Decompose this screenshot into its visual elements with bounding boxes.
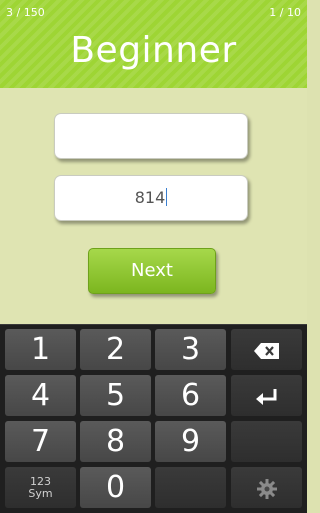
- page-title: Beginner: [70, 30, 237, 71]
- header-bar: 3 / 150 1 / 10 Beginner: [0, 0, 307, 89]
- key-8[interactable]: 8: [80, 421, 151, 462]
- gear-icon: [256, 478, 277, 499]
- set-progress-counter: 1 / 10: [269, 6, 301, 19]
- sym-key[interactable]: 123 Sym: [5, 467, 76, 508]
- key-1[interactable]: 1: [5, 329, 76, 370]
- space-key[interactable]: [155, 467, 226, 508]
- numeric-keyboard: 1 2 3 4 5 6 7 8 9 123 Sym 0: [0, 324, 307, 513]
- settings-key[interactable]: [231, 467, 302, 508]
- key-5[interactable]: 5: [80, 375, 151, 416]
- question-field[interactable]: [54, 113, 248, 159]
- text-cursor: [166, 188, 168, 206]
- key-2[interactable]: 2: [80, 329, 151, 370]
- key-6[interactable]: 6: [155, 375, 226, 416]
- sym-key-bottom-label: Sym: [28, 487, 53, 500]
- backspace-key[interactable]: [231, 329, 302, 370]
- key-7[interactable]: 7: [5, 421, 76, 462]
- enter-key[interactable]: [231, 375, 302, 416]
- next-button[interactable]: Next: [88, 248, 216, 294]
- total-progress-counter: 3 / 150: [6, 6, 45, 19]
- blank-key[interactable]: [231, 421, 302, 462]
- key-0[interactable]: 0: [80, 467, 151, 508]
- answer-input[interactable]: 814: [54, 175, 248, 221]
- key-3[interactable]: 3: [155, 329, 226, 370]
- answer-value: 814: [134, 188, 166, 207]
- key-9[interactable]: 9: [155, 421, 226, 462]
- backspace-icon: [253, 342, 279, 359]
- enter-icon: [255, 388, 276, 405]
- key-4[interactable]: 4: [5, 375, 76, 416]
